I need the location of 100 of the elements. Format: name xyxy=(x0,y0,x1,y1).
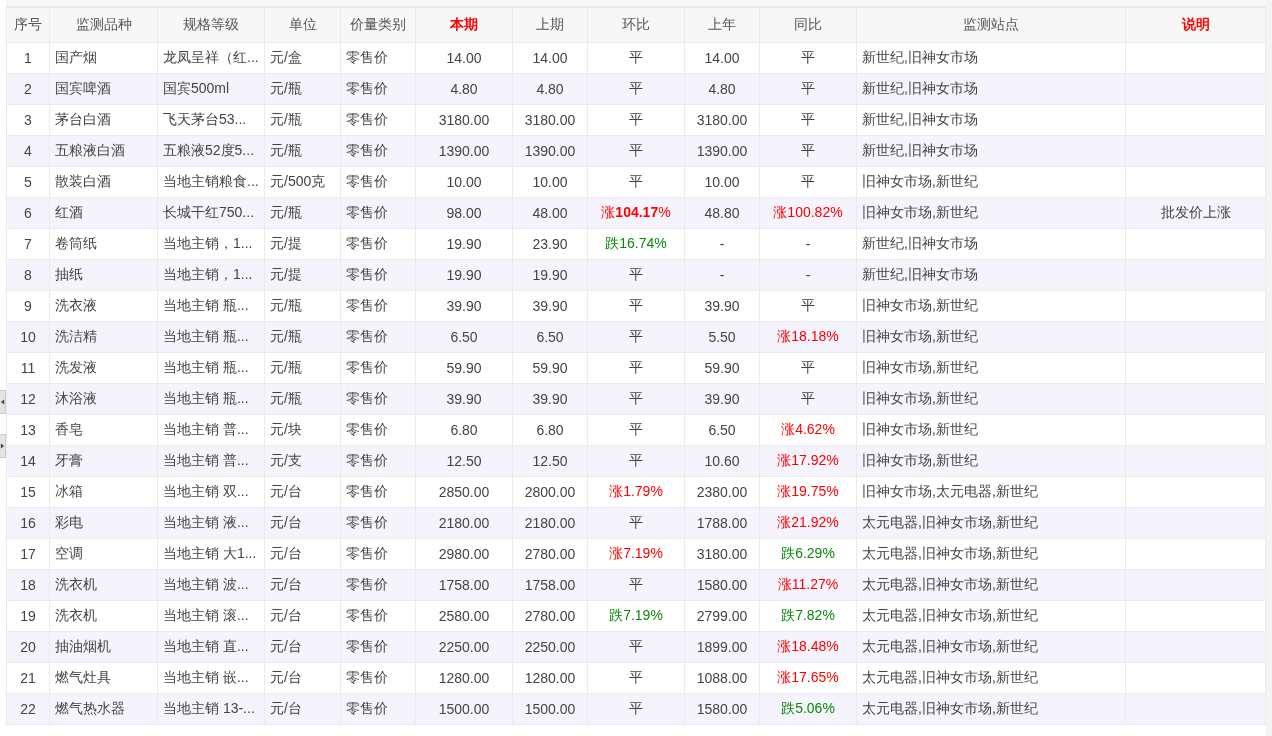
table-cell: 2380.00 xyxy=(684,476,760,508)
table-cell: 太元电器,旧神女市场,新世纪 xyxy=(856,538,1126,570)
column-header[interactable]: 监测品种 xyxy=(49,7,158,43)
table-cell: 6.80 xyxy=(512,414,588,446)
table-cell: 太元电器,旧神女市场,新世纪 xyxy=(856,662,1126,694)
table-cell: 39.90 xyxy=(684,383,760,415)
table-cell: 98.00 xyxy=(415,197,513,229)
table-cell: 4.80 xyxy=(684,73,760,105)
table-cell: 洗洁精 xyxy=(49,321,158,353)
table-cell: 涨11.27% xyxy=(759,569,857,601)
table-cell: 8 xyxy=(6,259,50,291)
table-cell: 新世纪,旧神女市场 xyxy=(856,73,1126,105)
table-cell: 6 xyxy=(6,197,50,229)
table-cell: 零售价 xyxy=(340,631,416,663)
column-header[interactable]: 同比 xyxy=(759,7,857,43)
table-cell: 当地主销 瓶... xyxy=(157,321,265,353)
table-cell: 6.80 xyxy=(415,414,513,446)
column-header[interactable]: 监测站点 xyxy=(856,7,1126,43)
table-cell: 14 xyxy=(6,445,50,477)
table-cell: 太元电器,旧神女市场,新世纪 xyxy=(856,693,1126,725)
table-cell: 当地主销 瓶... xyxy=(157,352,265,384)
table-cell: 零售价 xyxy=(340,290,416,322)
table-cell: 平 xyxy=(587,135,685,167)
table-cell: 平 xyxy=(759,290,857,322)
table-cell: 元/瓶 xyxy=(264,290,341,322)
table-cell: 1899.00 xyxy=(684,631,760,663)
column-header[interactable]: 说明 xyxy=(1125,7,1266,43)
collapse-left-icon[interactable] xyxy=(0,390,6,414)
table-cell: 当地主销粮食... xyxy=(157,166,265,198)
table-cell: 牙膏 xyxy=(49,445,158,477)
table-cell: 涨100.82% xyxy=(759,197,857,229)
table-cell: 22 xyxy=(6,693,50,725)
table-cell: 元/台 xyxy=(264,693,341,725)
table-cell: 18 xyxy=(6,569,50,601)
table-cell: 洗衣机 xyxy=(49,600,158,632)
table-cell: 1580.00 xyxy=(684,693,760,725)
table-cell: 3 xyxy=(6,104,50,136)
table-cell: 零售价 xyxy=(340,383,416,415)
table-cell: 新世纪,旧神女市场 xyxy=(856,42,1126,74)
table-cell: 元/500克 xyxy=(264,166,341,198)
table-cell: 元/瓶 xyxy=(264,383,341,415)
table-cell: 当地主销 瓶... xyxy=(157,290,265,322)
table-cell: 1 xyxy=(6,42,50,74)
table-cell: 元/台 xyxy=(264,507,341,539)
table-cell: 12 xyxy=(6,383,50,415)
table-cell: 平 xyxy=(587,42,685,74)
column-header[interactable]: 上期 xyxy=(512,7,588,43)
table-cell: 五粮液52度5... xyxy=(157,135,265,167)
table-cell: 14.00 xyxy=(512,42,588,74)
table-cell: 2 xyxy=(6,73,50,105)
table-cell: 当地主销 普... xyxy=(157,445,265,477)
table-cell: 1500.00 xyxy=(512,693,588,725)
table-cell: 当地主销 嵌... xyxy=(157,662,265,694)
table-cell: 香皂 xyxy=(49,414,158,446)
table-cell: 11 xyxy=(6,352,50,384)
table-cell: 太元电器,旧神女市场,新世纪 xyxy=(856,507,1126,539)
column-header[interactable]: 上年 xyxy=(684,7,760,43)
table-cell: 9 xyxy=(6,290,50,322)
table-cell: 14.00 xyxy=(415,42,513,74)
table-cell: 21 xyxy=(6,662,50,694)
table-cell: 零售价 xyxy=(340,414,416,446)
table-cell: 平 xyxy=(587,445,685,477)
table-cell: - xyxy=(684,259,760,291)
table-cell: 旧神女市场,新世纪 xyxy=(856,290,1126,322)
table-cell: 涨21.92% xyxy=(759,507,857,539)
table-cell: 4.80 xyxy=(415,73,513,105)
table-cell: 6.50 xyxy=(415,321,513,353)
table-cell: 洗衣液 xyxy=(49,290,158,322)
table-cell: 元/瓶 xyxy=(264,321,341,353)
table-cell: 平 xyxy=(587,73,685,105)
table-cell: 1280.00 xyxy=(512,662,588,694)
table-cell: 元/瓶 xyxy=(264,135,341,167)
table-cell: 2580.00 xyxy=(415,600,513,632)
table-cell: 48.80 xyxy=(684,197,760,229)
table-cell: 1788.00 xyxy=(684,507,760,539)
table-cell: 国产烟 xyxy=(49,42,158,74)
table-cell: 涨7.19% xyxy=(587,538,685,570)
table-cell: 涨1.79% xyxy=(587,476,685,508)
expand-right-icon[interactable] xyxy=(0,434,6,458)
table-cell: 新世纪,旧神女市场 xyxy=(856,135,1126,167)
table-cell: 燃气灶具 xyxy=(49,662,158,694)
column-header[interactable]: 规格等级 xyxy=(157,7,265,43)
table-cell: 16 xyxy=(6,507,50,539)
column-header[interactable]: 环比 xyxy=(587,7,685,43)
column-header[interactable]: 本期 xyxy=(415,7,513,43)
table-cell: 新世纪,旧神女市场 xyxy=(856,228,1126,260)
table-cell: 涨4.62% xyxy=(759,414,857,446)
table-cell: 1758.00 xyxy=(415,569,513,601)
table-cell: 零售价 xyxy=(340,259,416,291)
table-cell: 2800.00 xyxy=(512,476,588,508)
table-cell: 红酒 xyxy=(49,197,158,229)
table-cell: 元/瓶 xyxy=(264,197,341,229)
table-cell: 元/盒 xyxy=(264,42,341,74)
table-cell: 零售价 xyxy=(340,166,416,198)
column-header[interactable]: 价量类别 xyxy=(340,7,416,43)
table-cell: 旧神女市场,新世纪 xyxy=(856,321,1126,353)
table-cell: 当地主销 双... xyxy=(157,476,265,508)
table-cell: 燃气热水器 xyxy=(49,693,158,725)
column-header[interactable]: 单位 xyxy=(264,7,341,43)
column-header[interactable]: 序号 xyxy=(6,7,50,43)
